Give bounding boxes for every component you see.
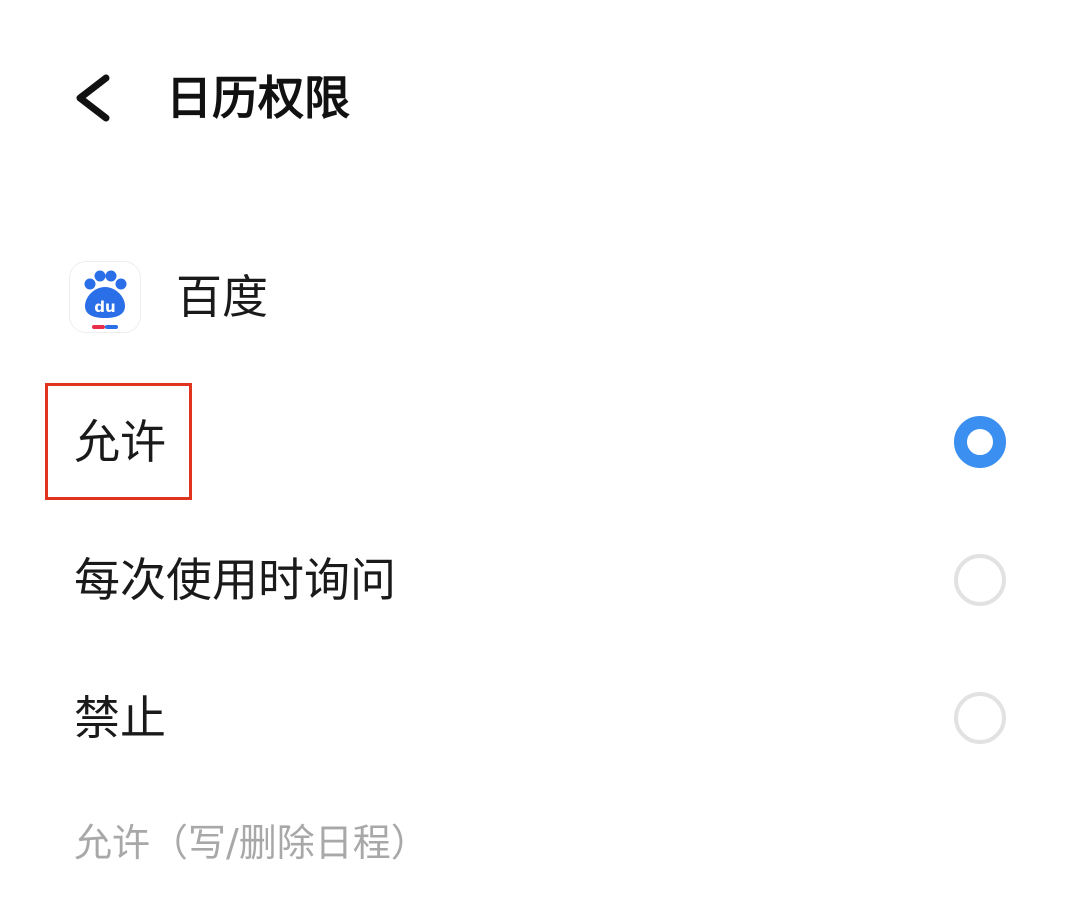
permission-description: 允许（写/删除日程） bbox=[74, 821, 429, 865]
radio-deny[interactable] bbox=[954, 692, 1006, 744]
baidu-paw-logo: du bbox=[84, 270, 127, 329]
option-allow[interactable]: 允许 bbox=[0, 382, 1080, 502]
option-label: 允许 bbox=[74, 415, 166, 469]
radio-ask-every-time[interactable] bbox=[954, 554, 1006, 606]
top-bar: 日历权限 bbox=[0, 40, 1080, 150]
back-button[interactable] bbox=[66, 62, 126, 132]
app-name: 百度 bbox=[176, 270, 268, 324]
option-label: 禁止 bbox=[74, 691, 166, 745]
option-label: 每次使用时询问 bbox=[74, 553, 396, 607]
option-ask-every-time[interactable]: 每次使用时询问 bbox=[0, 520, 1080, 640]
logo-text: du bbox=[94, 298, 115, 316]
baidu-app-icon: du bbox=[70, 262, 140, 332]
page-title: 日历权限 bbox=[166, 71, 350, 125]
chevron-left-icon bbox=[76, 74, 110, 122]
radio-allow[interactable] bbox=[954, 416, 1006, 468]
option-deny[interactable]: 禁止 bbox=[0, 658, 1080, 778]
